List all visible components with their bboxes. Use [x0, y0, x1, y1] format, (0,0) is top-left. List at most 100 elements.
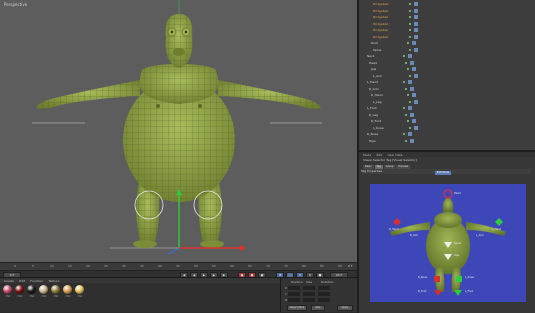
material-swatch[interactable] — [39, 285, 48, 294]
tree-item[interactable]: Head — [369, 60, 429, 66]
menu-function[interactable]: Function — [30, 279, 43, 283]
tag-icon[interactable] — [410, 138, 414, 143]
tag-icon[interactable] — [414, 125, 418, 130]
menu-edit[interactable]: Edit — [376, 153, 382, 157]
tree-item[interactable]: Root — [371, 41, 431, 46]
size-z-field[interactable] — [303, 298, 315, 302]
tag-icon[interactable] — [414, 28, 418, 32]
visibility-dot-icon[interactable] — [405, 139, 407, 142]
tree-item[interactable]: Bridgeball — [373, 21, 433, 27]
tree-item[interactable]: Bridgeball — [373, 15, 433, 20]
tag-icon[interactable] — [410, 60, 414, 65]
material-swatch[interactable] — [3, 285, 12, 294]
tree-item[interactable]: R_Foot — [371, 119, 431, 124]
visibility-dot-icon[interactable] — [409, 9, 411, 12]
tree-item[interactable]: Bridgeball — [373, 8, 433, 14]
tag-icon[interactable] — [412, 41, 416, 45]
size-y-field[interactable] — [302, 292, 315, 296]
tree-item[interactable]: Bridgeball — [373, 2, 433, 7]
tree-item[interactable]: L_Foot — [367, 106, 427, 111]
tree-item[interactable]: Spine — [373, 47, 433, 53]
visibility-dot-icon[interactable] — [405, 87, 407, 90]
visibility-dot-icon[interactable] — [407, 68, 409, 70]
tree-item[interactable]: R_Hand — [371, 93, 431, 98]
size-select[interactable]: Size — [311, 305, 325, 311]
tree-item[interactable]: R_Arm — [369, 86, 429, 92]
tag-icon[interactable] — [414, 34, 418, 39]
tag-icon[interactable] — [414, 47, 418, 52]
preview-label: Hips — [454, 254, 460, 257]
tree-item[interactable]: Bridgeball — [373, 34, 433, 40]
tree-item[interactable]: L_Hand — [367, 80, 427, 85]
material-menu-bar: Create Edit Function Texture — [0, 278, 280, 283]
visibility-dot-icon[interactable] — [403, 107, 405, 109]
size-x-field[interactable] — [303, 286, 315, 290]
visibility-dot-icon[interactable] — [403, 81, 405, 83]
material-swatch[interactable] — [15, 285, 24, 294]
tag-icon[interactable] — [414, 8, 418, 13]
visibility-dot-icon[interactable] — [409, 22, 411, 25]
visibility-dot-icon[interactable] — [409, 48, 411, 51]
menu-edit[interactable]: Edit — [19, 279, 25, 283]
visibility-dot-icon[interactable] — [407, 42, 409, 44]
visibility-dot-icon[interactable] — [409, 100, 411, 103]
edit-mode-button[interactable]: Edit Mode — [435, 171, 451, 175]
tag-icon[interactable] — [412, 93, 416, 97]
tag-icon[interactable] — [408, 132, 412, 136]
visibility-dot-icon[interactable] — [409, 74, 411, 77]
visibility-dot-icon[interactable] — [407, 94, 409, 96]
visibility-dot-icon[interactable] — [409, 126, 411, 129]
visibility-dot-icon[interactable] — [409, 29, 411, 31]
tag-icon[interactable] — [410, 112, 414, 117]
tree-item[interactable]: Neck — [367, 54, 427, 59]
tree-item[interactable]: R_Leg — [369, 112, 429, 118]
position-y-field[interactable] — [287, 292, 300, 296]
apply-button[interactable]: Apply — [337, 305, 353, 311]
visibility-dot-icon[interactable] — [405, 61, 407, 64]
menu-mode[interactable]: Mode — [363, 153, 371, 157]
visibility-dot-icon[interactable] — [405, 113, 407, 116]
tree-item[interactable]: Jaw — [371, 67, 431, 72]
tag-icon[interactable] — [412, 67, 416, 71]
tag-icon[interactable] — [414, 99, 418, 104]
visibility-dot-icon[interactable] — [403, 133, 405, 135]
material-manager: Create Edit Function Texture Mat Mat Mat Ma… — [0, 277, 280, 312]
mode-select[interactable]: Object (Rel) — [287, 305, 307, 311]
visibility-dot-icon[interactable] — [409, 35, 411, 38]
tree-item[interactable]: L_Knee — [373, 125, 433, 131]
material-swatch[interactable] — [63, 285, 72, 294]
visibility-dot-icon[interactable] — [409, 3, 411, 5]
rotation-p-field[interactable] — [317, 292, 330, 296]
tag-icon[interactable] — [408, 80, 412, 84]
tag-icon[interactable] — [414, 21, 418, 26]
material-swatch[interactable] — [27, 285, 36, 294]
tree-item[interactable]: L_Arm — [373, 73, 433, 79]
tag-icon[interactable] — [414, 2, 418, 6]
rotation-b-field[interactable] — [317, 298, 330, 302]
position-x-field[interactable] — [288, 286, 301, 290]
tag-icon[interactable] — [412, 119, 416, 123]
tag-icon[interactable] — [410, 86, 414, 91]
tag-icon[interactable] — [408, 106, 412, 110]
timeline-tick: 25 — [104, 264, 108, 268]
tag-icon[interactable] — [414, 73, 418, 78]
visibility-dot-icon[interactable] — [407, 120, 409, 122]
tree-item[interactable]: Bridgeball — [373, 28, 433, 33]
position-z-field[interactable] — [288, 298, 301, 302]
rotation-h-field[interactable] — [317, 286, 330, 290]
tag-icon[interactable] — [414, 15, 418, 19]
tag-icon[interactable] — [408, 54, 412, 58]
tree-item[interactable]: R_Knee — [367, 132, 427, 137]
visibility-dot-icon[interactable] — [409, 16, 411, 18]
character-mesh-view[interactable] — [0, 0, 357, 262]
menu-texture[interactable]: Texture — [48, 279, 59, 283]
visibility-dot-icon[interactable] — [403, 55, 405, 57]
tree-item[interactable]: L_Leg — [373, 99, 433, 105]
visual-selector-preview[interactable]: R_Hand L_Hand R_Arm L_Arm Head Spine Hip… — [370, 184, 526, 302]
menu-create[interactable]: Create — [4, 279, 14, 283]
tree-item[interactable]: Hips — [369, 138, 429, 144]
viewport-panel[interactable]: Perspective — [0, 0, 357, 262]
menu-user-data[interactable]: User Data — [388, 153, 403, 157]
material-swatch[interactable] — [51, 285, 60, 294]
material-swatch[interactable] — [75, 285, 84, 294]
